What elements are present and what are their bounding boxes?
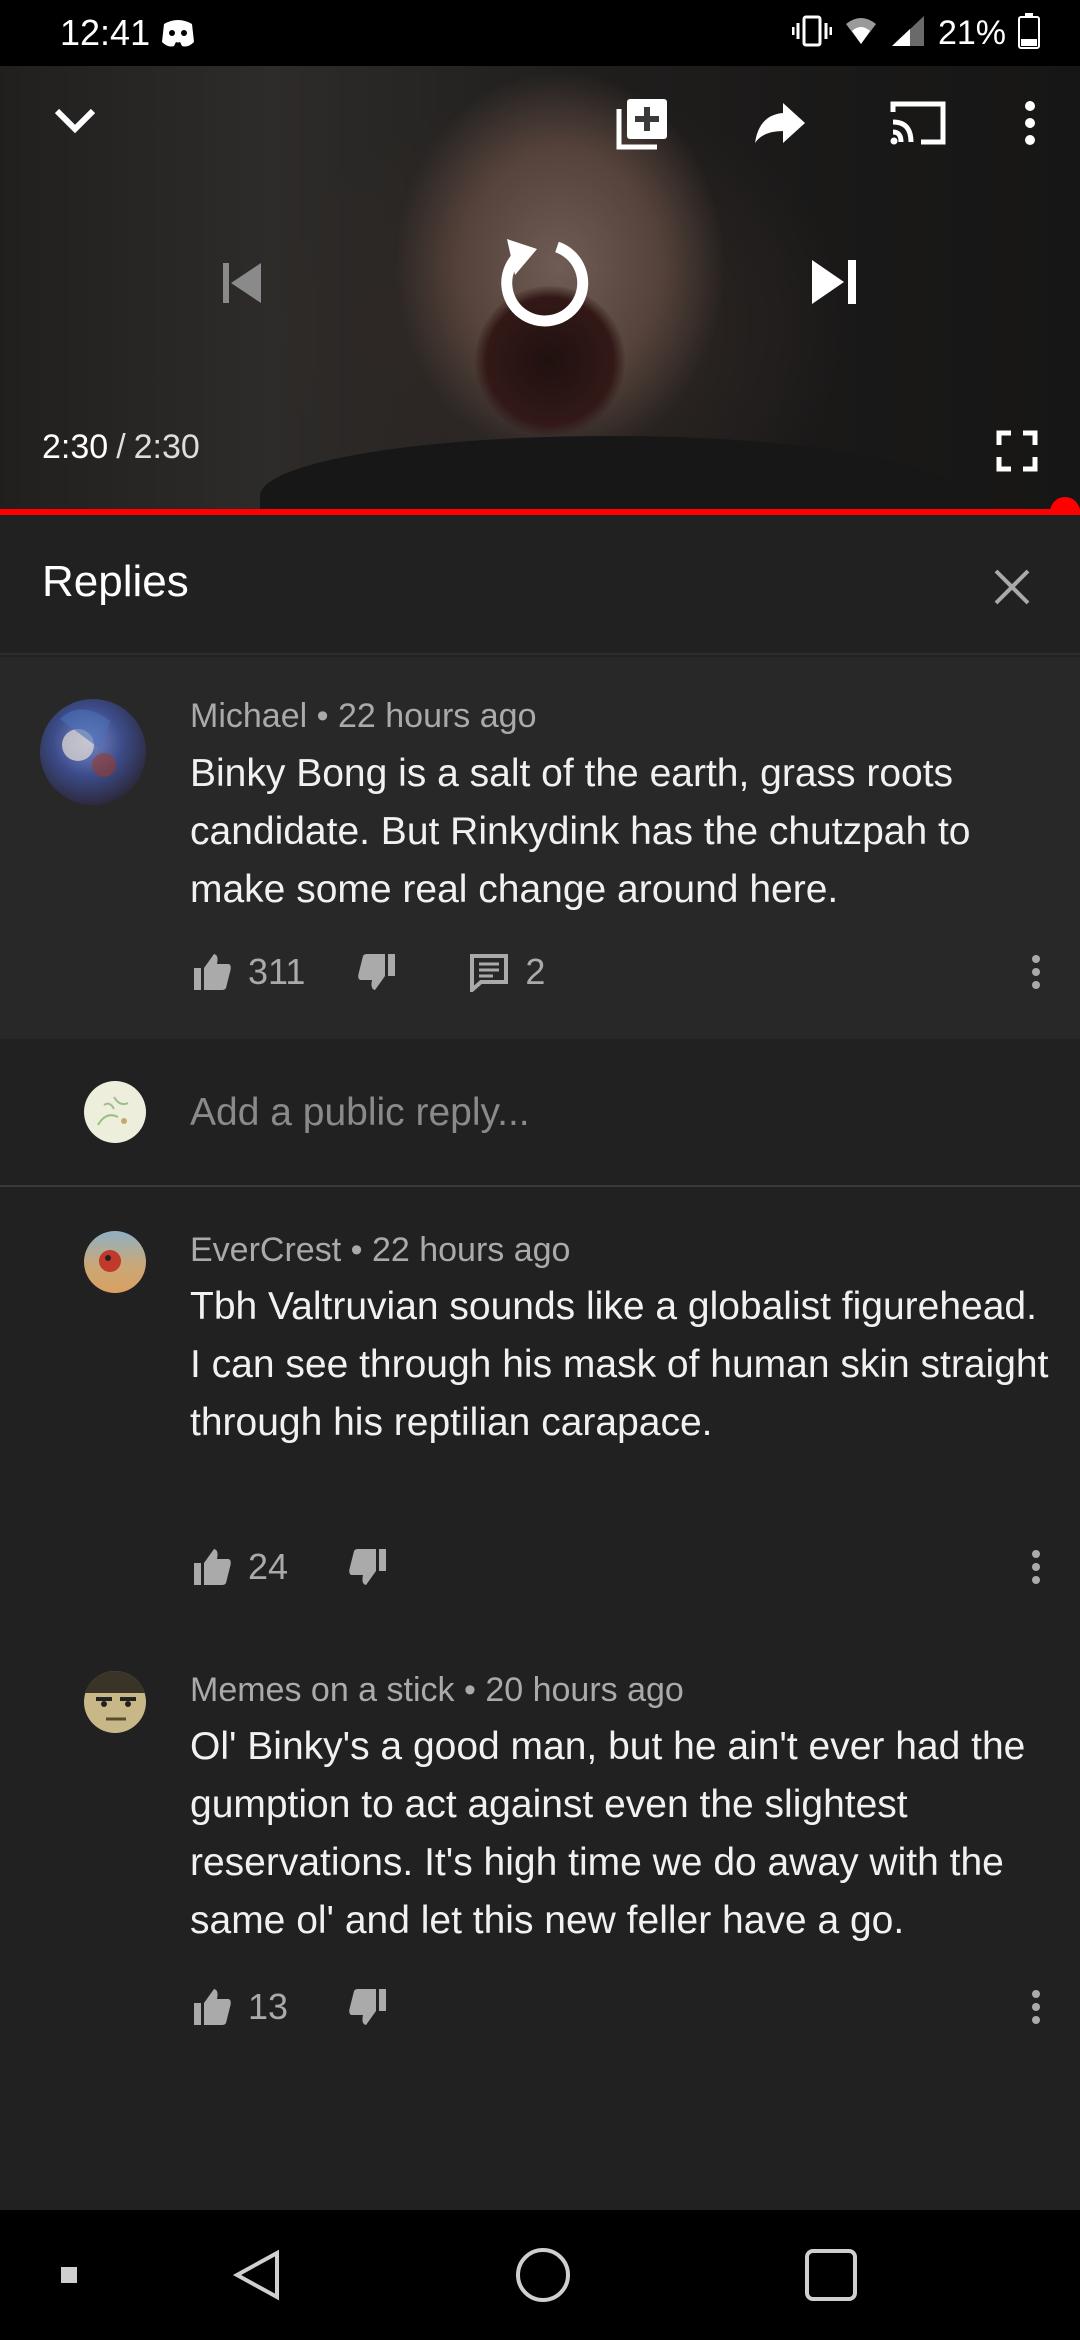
parent-comment: Michael • 22 hours ago Binky Bong is a s…	[0, 657, 1080, 1039]
fullscreen-icon	[996, 430, 1038, 472]
comment-text: Binky Bong is a salt of the earth, grass…	[190, 752, 971, 911]
close-icon	[994, 569, 1030, 605]
signal-icon	[890, 14, 926, 53]
like-count: 24	[248, 1546, 289, 1587]
add-to-playlist-icon	[616, 99, 667, 150]
reply-count: 2	[525, 951, 546, 992]
wifi-icon	[844, 14, 878, 53]
system-nav-bar	[0, 2210, 1080, 2340]
like-button[interactable]	[190, 950, 234, 994]
thumbs-down-icon	[358, 954, 396, 990]
vibrate-icon	[791, 13, 833, 54]
user-avatar[interactable]	[84, 1081, 146, 1143]
comment-menu-button[interactable]	[1016, 1982, 1056, 2032]
time-separator: /	[116, 428, 126, 466]
like-button[interactable]	[190, 1545, 234, 1589]
add-to-playlist-button[interactable]	[608, 88, 678, 158]
duration: 2:30	[133, 428, 200, 466]
overview-button[interactable]	[796, 2210, 866, 2340]
next-icon	[812, 260, 856, 304]
share-icon	[755, 103, 805, 143]
status-icons: 21%	[791, 10, 1040, 56]
battery-percent: 21%	[937, 13, 1006, 52]
more-options-button[interactable]	[1010, 88, 1050, 158]
reply-button[interactable]	[467, 950, 511, 994]
back-icon	[232, 2249, 279, 2301]
comment-icon	[470, 954, 509, 992]
thumbs-down-icon	[349, 1989, 387, 2025]
more-vert-icon	[1032, 1990, 1040, 2024]
comment-text: Tbh Valtruvian sounds like a globalist f…	[190, 1285, 1049, 1444]
avatar[interactable]	[40, 699, 146, 805]
chevron-down-icon	[54, 108, 96, 134]
minimize-button[interactable]	[40, 86, 110, 156]
comment-author[interactable]: EverCrest	[190, 1231, 341, 1269]
like-count: 311	[248, 951, 306, 992]
previous-icon	[223, 263, 261, 303]
replay-button[interactable]	[480, 222, 600, 342]
recents-dot-icon	[61, 2267, 77, 2283]
fullscreen-button[interactable]	[990, 424, 1044, 478]
reply-composer	[0, 1039, 1080, 1187]
meta-separator: •	[463, 1671, 476, 1709]
thumbs-up-icon	[194, 954, 231, 990]
replay-icon	[501, 239, 589, 327]
status-bar: 12:41 21%	[0, 0, 1080, 66]
comment-time: 20 hours ago	[485, 1671, 684, 1709]
cast-icon	[890, 101, 946, 145]
more-vert-icon	[1032, 955, 1040, 989]
recents-dot-button[interactable]	[44, 2210, 94, 2340]
meta-separator: •	[350, 1231, 363, 1269]
previous-button[interactable]	[206, 248, 276, 318]
next-button[interactable]	[798, 246, 870, 318]
comment-actions: 13	[190, 1982, 390, 2032]
video-player[interactable]: 2:30 / 2:30	[0, 66, 1080, 514]
overview-icon	[805, 2249, 857, 2301]
dislike-button[interactable]	[355, 950, 399, 994]
thumbs-up-icon	[194, 1989, 231, 2025]
home-button[interactable]	[508, 2210, 578, 2340]
comment-time: 22 hours ago	[371, 1231, 571, 1269]
meta-separator: •	[316, 697, 329, 735]
cast-button[interactable]	[880, 88, 956, 158]
share-button[interactable]	[744, 88, 816, 158]
more-vert-icon	[1032, 1550, 1040, 1584]
like-button[interactable]	[190, 1985, 234, 2029]
back-button[interactable]	[222, 2210, 292, 2340]
avatar[interactable]	[84, 1671, 146, 1733]
comment-time: 22 hours ago	[337, 697, 537, 735]
comment-author[interactable]: Michael	[190, 697, 307, 735]
status-time: 12:41	[60, 12, 151, 53]
time-readout: 2:30 / 2:30	[42, 428, 200, 467]
thumbs-up-icon	[194, 1549, 231, 1585]
comment-meta: EverCrest • 22 hours ago	[190, 1231, 570, 1270]
comment-menu-button[interactable]	[1016, 1542, 1056, 1592]
reply-comment: EverCrest • 22 hours ago Tbh Valtruvian …	[0, 1187, 1080, 1627]
like-count: 13	[248, 1986, 289, 2027]
comment-actions: 311 2	[190, 947, 545, 997]
dislike-button[interactable]	[346, 1545, 390, 1589]
discord-icon	[160, 16, 196, 50]
avatar[interactable]	[84, 1231, 146, 1293]
replies-header: Replies	[0, 515, 1080, 655]
comment-author[interactable]: Memes on a stick	[190, 1671, 455, 1709]
comment-actions: 24	[190, 1542, 390, 1592]
replies-title: Replies	[42, 557, 189, 606]
comment-meta: Memes on a stick • 20 hours ago	[190, 1671, 684, 1710]
battery-icon	[1018, 12, 1040, 54]
reply-input[interactable]	[190, 1085, 1040, 1141]
thumbs-down-icon	[349, 1549, 387, 1585]
reply-comment: Memes on a stick • 20 hours ago Ol' Bink…	[0, 1627, 1080, 2067]
home-icon	[516, 2248, 570, 2302]
close-replies-button[interactable]	[984, 559, 1040, 615]
comment-menu-button[interactable]	[1016, 947, 1056, 997]
more-vert-icon	[1025, 101, 1035, 145]
dislike-button[interactable]	[346, 1985, 390, 2029]
comment-text: Ol' Binky's a good man, but he ain't eve…	[190, 1725, 1026, 1942]
comment-meta: Michael • 22 hours ago	[190, 697, 536, 736]
current-time: 2:30	[42, 428, 109, 466]
